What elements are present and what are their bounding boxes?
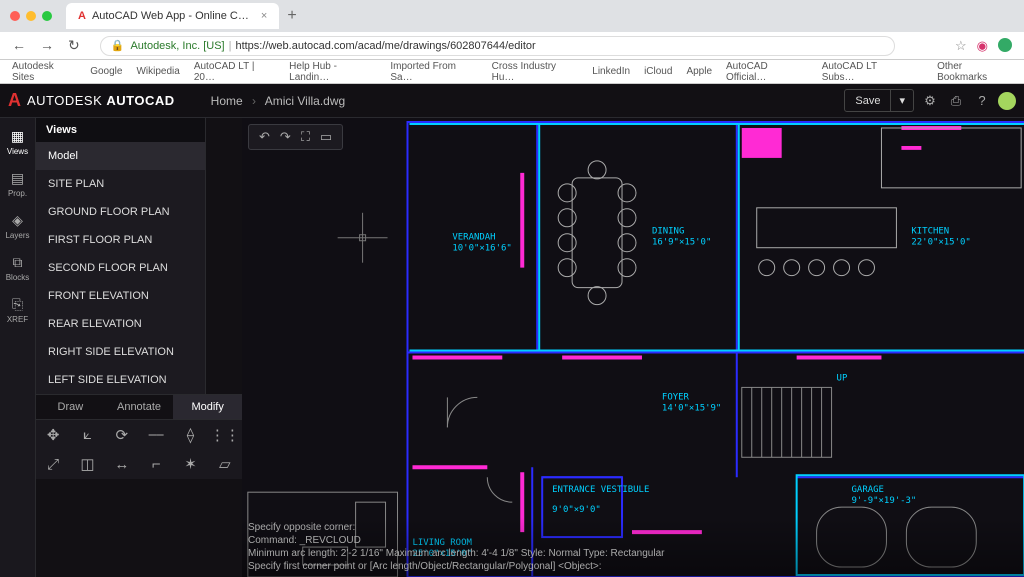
bookmarks-bar: Autodesk Sites Google Wikipedia AutoCAD …: [0, 60, 1024, 84]
lock-icon: 🔒: [111, 39, 125, 52]
breadcrumb-home[interactable]: Home: [211, 94, 243, 108]
user-avatar[interactable]: [998, 92, 1016, 110]
address-bar[interactable]: 🔒 Autodesk, Inc. [US] | https://web.auto…: [100, 36, 895, 56]
label-foyer: FOYER: [662, 392, 690, 402]
left-rail: ▦Views ▤Prop. ◈Layers ⧉Blocks ⎘XREF: [0, 118, 36, 577]
tool-array[interactable]: ⋮⋮: [208, 420, 242, 450]
bookmark-item[interactable]: Google: [90, 66, 122, 77]
views-title: Views: [36, 118, 205, 142]
browser-tab[interactable]: A AutoCAD Web App - Online C… ×: [66, 3, 279, 29]
browser-tabstrip: A AutoCAD Web App - Online C… × +: [0, 0, 1024, 32]
address-bar-row: ← → ↻ 🔒 Autodesk, Inc. [US] | https://we…: [0, 32, 1024, 60]
bookmark-item[interactable]: iCloud: [644, 66, 672, 77]
mode-annotate[interactable]: Annotate: [105, 395, 174, 419]
bookmark-item[interactable]: AutoCAD LT Subs…: [822, 61, 909, 83]
tool-stretch[interactable]: ↔: [105, 450, 139, 480]
view-item[interactable]: SITE PLAN: [36, 170, 205, 198]
star-icon[interactable]: ☆: [955, 38, 967, 54]
tool-fillet[interactable]: ⌐: [139, 450, 173, 480]
view-item-model[interactable]: Model: [36, 142, 205, 170]
tool-trim[interactable]: ⎯⎯: [139, 420, 173, 450]
svg-text:9'-9"×19'-3": 9'-9"×19'-3": [852, 496, 917, 506]
back-button[interactable]: ←: [12, 37, 26, 54]
window-controls: [10, 11, 52, 21]
breadcrumb: Home › Amici Villa.dwg: [211, 94, 346, 108]
tool-move[interactable]: ✥: [36, 420, 70, 450]
autocad-favicon: A: [78, 10, 86, 22]
label-kitchen: KITCHEN: [911, 227, 949, 237]
rail-xref[interactable]: ⎘XREF: [1, 292, 35, 328]
tool-offset[interactable]: ◫: [70, 450, 104, 480]
bookmark-item[interactable]: Cross Industry Hu…: [492, 61, 579, 83]
tool-mirror[interactable]: ⟠: [173, 420, 207, 450]
label-up: UP: [837, 373, 848, 383]
profile-icon[interactable]: [998, 38, 1012, 52]
views-panel: Views Model SITE PLAN GROUND FLOOR PLAN …: [36, 118, 206, 394]
view-item[interactable]: GROUND FLOOR PLAN: [36, 198, 205, 226]
svg-text:16'9"×15'0": 16'9"×15'0": [652, 238, 711, 248]
rail-properties[interactable]: ▤Prop.: [1, 166, 35, 202]
bookmark-item[interactable]: LinkedIn: [592, 66, 630, 77]
pinterest-icon[interactable]: ◉: [977, 38, 988, 54]
bookmark-item[interactable]: Imported From Sa…: [390, 61, 477, 83]
tool-rotate[interactable]: ⟳: [105, 420, 139, 450]
rail-views[interactable]: ▦Views: [1, 124, 35, 160]
tool-scale[interactable]: ⤢: [36, 450, 70, 480]
rail-blocks[interactable]: ⧉Blocks: [1, 250, 35, 286]
svg-text:14'0"×15'9": 14'0"×15'9": [662, 403, 721, 413]
bookmark-item[interactable]: Autodesk Sites: [12, 61, 76, 83]
breadcrumb-file[interactable]: Amici Villa.dwg: [265, 94, 345, 108]
close-window-button[interactable]: [10, 11, 20, 21]
url-identity: Autodesk, Inc. [US]: [130, 40, 224, 52]
svg-text:22'0"×15'0": 22'0"×15'0": [911, 238, 970, 248]
app-logo: A AUTODESK AUTOCAD: [8, 90, 175, 111]
command-line[interactable]: Specify opposite corner: Command: _REVCL…: [242, 517, 1024, 577]
reload-button[interactable]: ↻: [68, 37, 80, 54]
help-icon[interactable]: ?: [972, 91, 992, 111]
tool-explode[interactable]: ✶: [173, 450, 207, 480]
svg-text:10'0"×16'6": 10'0"×16'6": [452, 244, 511, 254]
view-item[interactable]: FRONT ELEVATION: [36, 282, 205, 310]
mode-modify[interactable]: Modify: [173, 395, 242, 419]
tool-erase[interactable]: ▱: [208, 450, 242, 480]
forward-button[interactable]: →: [40, 37, 54, 54]
bookmark-item[interactable]: Wikipedia: [136, 66, 179, 77]
new-tab-button[interactable]: +: [287, 7, 296, 25]
print-icon[interactable]: ⎙: [946, 91, 966, 111]
label-garage: GARAGE: [852, 485, 884, 495]
other-bookmarks[interactable]: Other Bookmarks: [937, 61, 1012, 83]
tool-palette: ✥ ⟀ ⟳ ⎯⎯ ⟠ ⋮⋮ ⤢ ◫ ↔ ⌐ ✶ ▱: [36, 419, 242, 479]
autocad-a-icon: A: [8, 90, 21, 111]
view-item[interactable]: LEFT SIDE ELEVATION: [36, 366, 205, 394]
bookmark-item[interactable]: AutoCAD LT | 20…: [194, 61, 275, 83]
view-item[interactable]: SECOND FLOOR PLAN: [36, 254, 205, 282]
view-item[interactable]: REAR ELEVATION: [36, 310, 205, 338]
close-tab-icon[interactable]: ×: [261, 10, 267, 22]
label-verandah: VERANDAH: [452, 233, 495, 243]
label-vestibule: ENTRANCE VESTIBULE: [552, 485, 649, 495]
bookmark-item[interactable]: Apple: [686, 66, 712, 77]
autocad-app: A AUTODESK AUTOCAD Home › Amici Villa.dw…: [0, 84, 1024, 577]
bookmark-item[interactable]: Help Hub - Landin…: [289, 61, 376, 83]
minimize-window-button[interactable]: [26, 11, 36, 21]
rail-layers[interactable]: ◈Layers: [1, 208, 35, 244]
maximize-window-button[interactable]: [42, 11, 52, 21]
floorplan-svg: VERANDAH 10'0"×16'6" DINING 16'9"×15'0" …: [242, 118, 1024, 577]
save-button[interactable]: Save▾: [844, 89, 914, 112]
url-text: https://web.autocad.com/acad/me/drawings…: [235, 40, 535, 52]
mode-tabs: Draw Annotate Modify: [36, 394, 242, 419]
settings-icon[interactable]: ⚙: [920, 91, 940, 111]
svg-text:9'0"×9'0": 9'0"×9'0": [552, 505, 601, 515]
label-dining: DINING: [652, 227, 684, 237]
save-caret-icon[interactable]: ▾: [890, 90, 913, 111]
view-item[interactable]: RIGHT SIDE ELEVATION: [36, 338, 205, 366]
bookmark-item[interactable]: AutoCAD Official…: [726, 61, 808, 83]
mode-draw[interactable]: Draw: [36, 395, 105, 419]
tab-title: AutoCAD Web App - Online C…: [92, 10, 249, 22]
drawing-canvas[interactable]: ↶ ↷ ⛶ ▭: [242, 118, 1024, 577]
tool-arc[interactable]: ⟀: [70, 420, 104, 450]
view-item[interactable]: FIRST FLOOR PLAN: [36, 226, 205, 254]
app-topbar: A AUTODESK AUTOCAD Home › Amici Villa.dw…: [0, 84, 1024, 118]
